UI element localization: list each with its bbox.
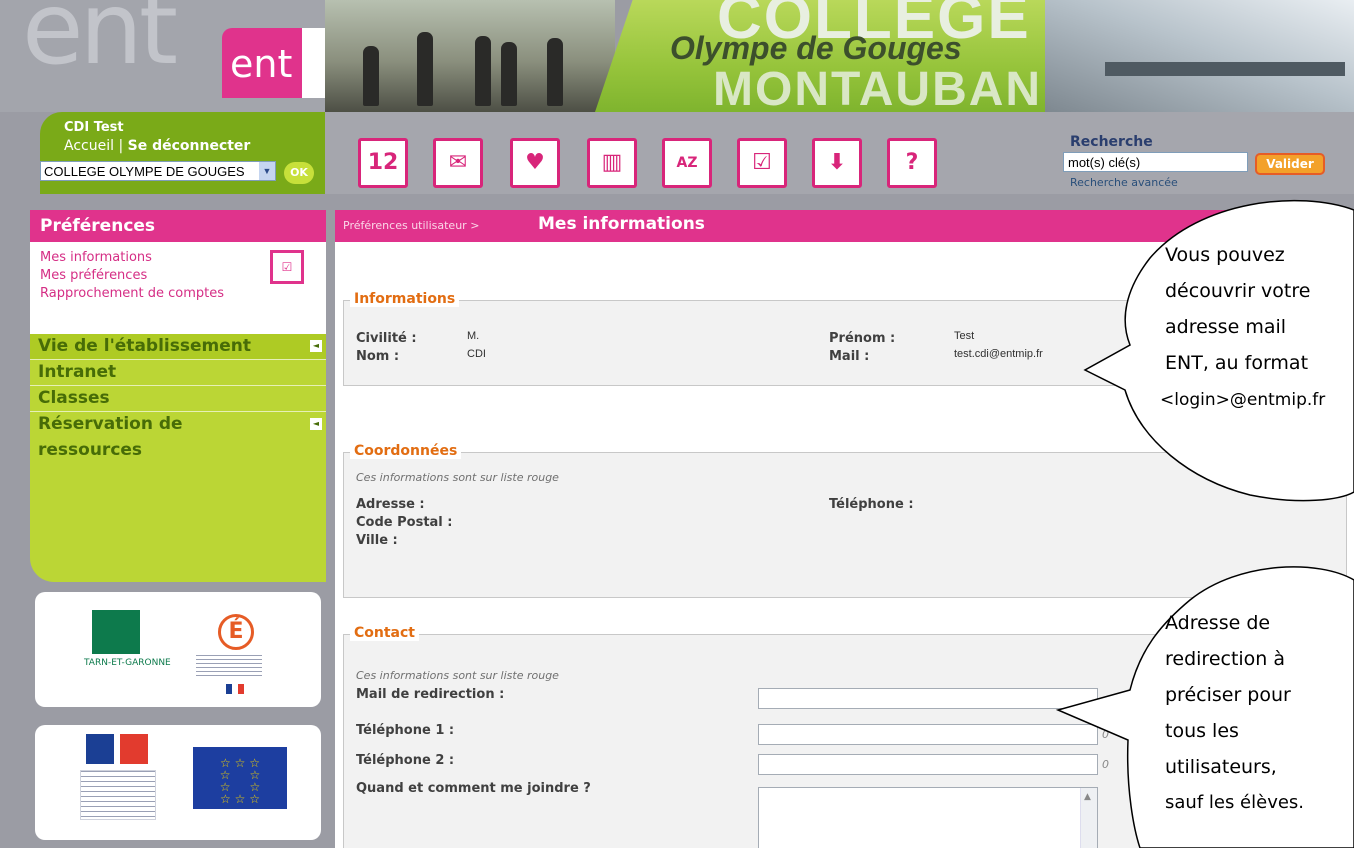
callout-2-line-1: Adresse de	[1165, 612, 1271, 634]
callout-2-line-2: redirection à	[1165, 648, 1286, 670]
callout-2-line-6: sauf les élèves.	[1165, 792, 1305, 813]
callout-1-line-2: découvrir votre	[1165, 280, 1311, 302]
callout-2-line-3: préciser pour	[1165, 684, 1291, 706]
callout-1-line-5: <login>@entmip.fr	[1160, 390, 1326, 410]
page: ent ent COLLEGE Olympe de Gouges MONTAUB…	[0, 0, 1354, 848]
callout-1-line-4: ENT, au format	[1165, 352, 1309, 374]
callout-2-line-4: tous les	[1165, 720, 1239, 742]
callout-2-line-5: utilisateurs,	[1165, 756, 1277, 778]
callout-1-line-3: adresse mail	[1165, 316, 1287, 338]
callout-1-line-1: Vous pouvez	[1165, 244, 1285, 266]
callout-bubbles	[1055, 199, 1354, 848]
